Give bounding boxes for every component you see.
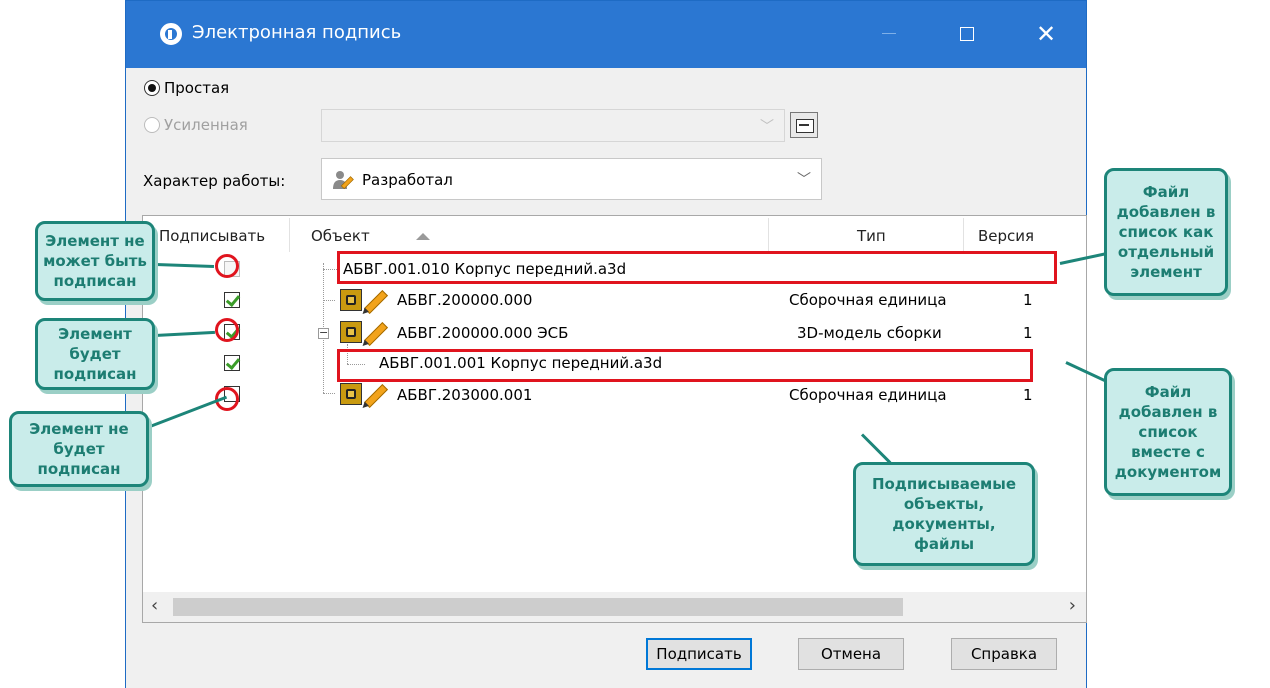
tree-row-version: 1 — [1023, 324, 1033, 342]
radio-enhanced-indicator[interactable] — [144, 117, 160, 133]
tree-row-type: 3D-модель сборки — [797, 324, 942, 342]
tree-row-version: 1 — [1023, 291, 1033, 309]
assembly-icon — [340, 321, 362, 343]
tree-line — [323, 269, 337, 270]
radio-simple-label: Простая — [164, 79, 230, 97]
help-button[interactable]: Справка — [951, 638, 1057, 670]
column-separator[interactable] — [963, 218, 964, 252]
callout-signed-objects: Подписываемые объекты, документы, файлы — [853, 462, 1035, 566]
tree-row-type: Сборочная единица — [789, 291, 947, 309]
callout-file-separate-text: Файл добавлен в список как отдельный эле… — [1116, 183, 1216, 281]
sort-ascending-icon — [416, 233, 430, 240]
signature-dialog: Электронная подпись ✕ Простая Усиленная … — [125, 0, 1087, 688]
tree-row-object[interactable]: АБВГ.203000.001 — [397, 386, 532, 404]
radio-enhanced-label: Усиленная — [164, 116, 248, 134]
callout-will-not-sign: Элемент не будет подписан — [9, 411, 149, 487]
scroll-left-icon[interactable]: ‹ — [151, 595, 158, 616]
radio-enhanced[interactable]: Усиленная — [144, 116, 248, 134]
scrollbar-thumb[interactable] — [173, 598, 903, 616]
tree-row-object[interactable]: АБВГ.200000.000 ЭСБ — [397, 324, 568, 342]
radio-simple-indicator[interactable] — [144, 80, 160, 96]
certificate-icon — [796, 119, 814, 133]
callout-file-separate: Файл добавлен в список как отдельный эле… — [1104, 168, 1228, 296]
sign-checkbox[interactable] — [224, 292, 240, 308]
close-button[interactable]: ✕ — [1023, 15, 1069, 53]
column-header-version[interactable]: Версия — [978, 216, 1034, 254]
sign-checkbox[interactable] — [224, 355, 240, 371]
horizontal-scrollbar[interactable]: ‹ › — [143, 592, 1086, 622]
assembly-icon — [340, 289, 362, 311]
person-pencil-icon — [332, 169, 354, 191]
scroll-right-icon[interactable]: › — [1069, 595, 1076, 616]
app-logo-icon — [160, 23, 182, 45]
column-header-object[interactable]: Объект — [311, 216, 370, 254]
pencil-icon — [363, 383, 389, 409]
collapse-icon[interactable]: − — [318, 327, 329, 339]
work-nature-value: Разработал — [362, 171, 453, 189]
highlight-box-separate-file — [337, 251, 1057, 284]
certificate-button[interactable] — [790, 112, 818, 138]
callout-cannot-sign-text: Элемент не может быть подписан — [43, 232, 147, 290]
highlight-circle-disabled — [215, 254, 239, 278]
tree-row-object[interactable]: АБВГ.200000.000 — [397, 291, 532, 309]
highlight-circle-checked — [215, 318, 239, 342]
assembly-icon — [340, 383, 362, 405]
callout-file-with-document-text: Файл добавлен в список вместе с документ… — [1114, 383, 1222, 481]
column-header-sign[interactable]: Подписывать — [159, 216, 265, 254]
cancel-button[interactable]: Отмена — [798, 638, 904, 670]
minimize-icon — [882, 33, 896, 34]
highlight-box-attached-file — [337, 349, 1033, 382]
radio-simple[interactable]: Простая — [144, 79, 229, 97]
tree-line — [323, 393, 335, 394]
callout-will-not-sign-text: Элемент не будет подписан — [29, 420, 129, 478]
minimize-button[interactable] — [866, 15, 912, 53]
callout-will-sign-text: Элемент будет подписан — [53, 325, 137, 383]
work-nature-select[interactable]: Разработал ﹀ — [321, 158, 822, 200]
callout-signed-objects-text: Подписываемые объекты, документы, файлы — [871, 475, 1017, 553]
tree-row-type: Сборочная единица — [789, 386, 947, 404]
column-separator[interactable] — [768, 218, 769, 252]
column-header-type[interactable]: Тип — [857, 216, 886, 254]
maximize-icon — [960, 27, 974, 41]
maximize-button[interactable] — [944, 15, 990, 53]
sign-button[interactable]: Подписать — [646, 638, 752, 670]
callout-cannot-sign: Элемент не может быть подписан — [35, 221, 155, 301]
callout-file-with-document: Файл добавлен в список вместе с документ… — [1104, 368, 1232, 496]
pencil-icon — [363, 289, 389, 315]
chevron-down-icon: ﹀ — [797, 172, 811, 188]
work-nature-label: Характер работы: — [143, 172, 286, 190]
window-title: Электронная подпись — [192, 22, 402, 43]
certificate-select[interactable]: ﹀ — [321, 109, 785, 142]
title-bar[interactable]: Электронная подпись ✕ — [126, 1, 1086, 68]
chevron-down-icon: ﹀ — [760, 118, 774, 135]
tree-row-version: 1 — [1023, 386, 1033, 404]
callout-will-sign: Элемент будет подписан — [35, 318, 155, 390]
pencil-icon — [363, 321, 389, 347]
tree-line — [323, 300, 335, 301]
column-separator[interactable] — [289, 218, 290, 252]
